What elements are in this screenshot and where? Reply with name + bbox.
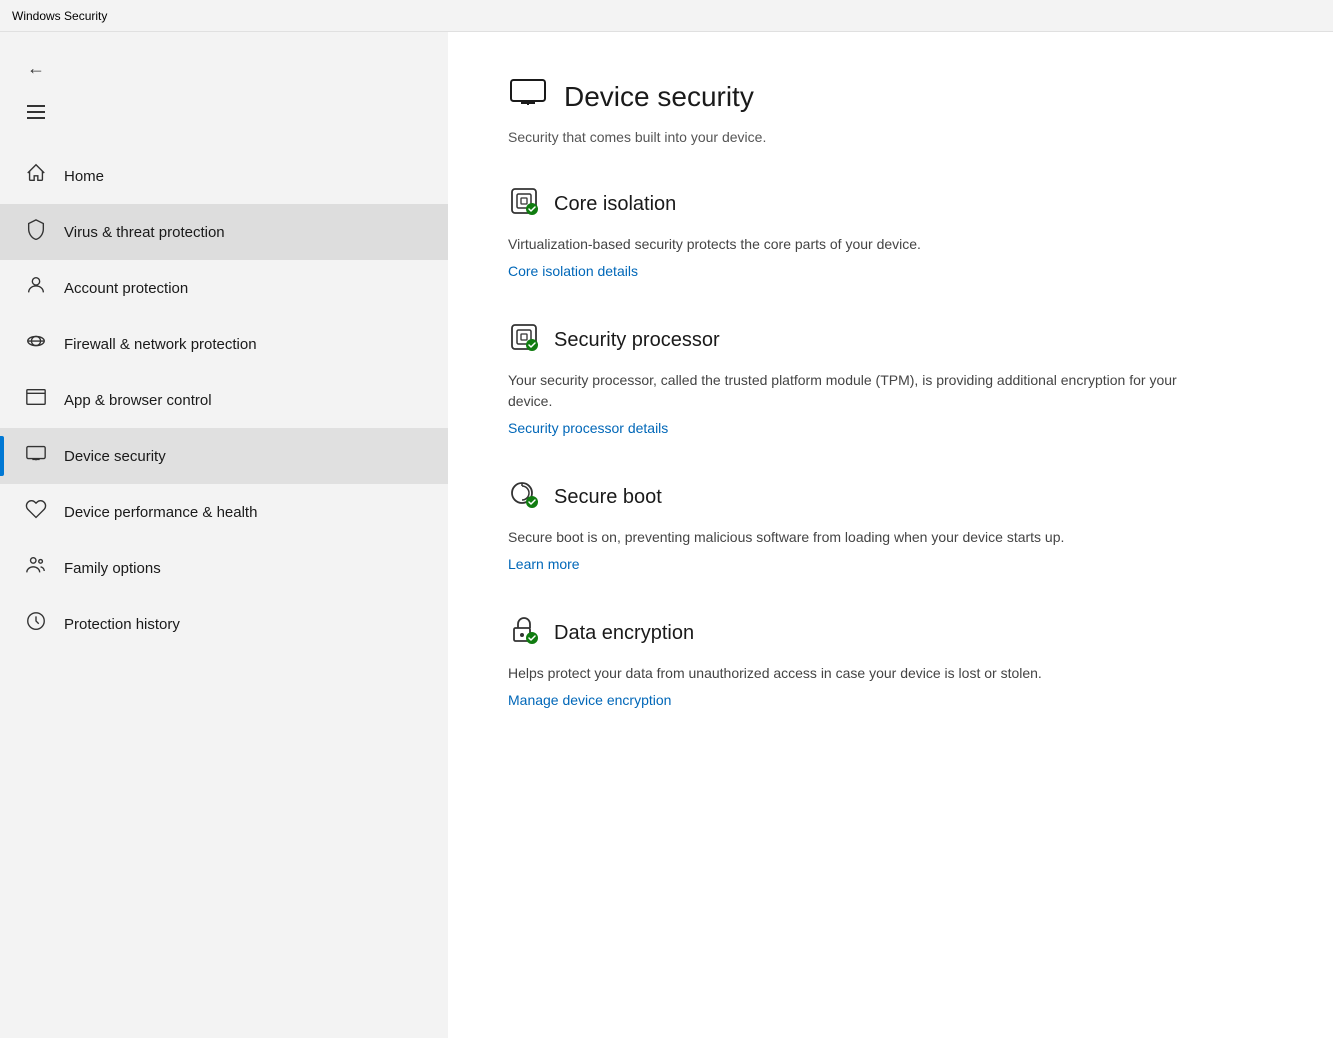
family-icon bbox=[24, 554, 48, 582]
app-container: ← Home bbox=[0, 32, 1333, 1038]
nav-items: Home Virus & threat protection bbox=[0, 148, 448, 1038]
core-isolation-icon bbox=[508, 185, 540, 224]
data-encryption-header: Data encryption bbox=[508, 614, 1273, 653]
device-performance-icon bbox=[24, 498, 48, 526]
section-core-isolation: Core isolation Virtualization-based secu… bbox=[508, 185, 1273, 281]
security-processor-desc: Your security processor, called the trus… bbox=[508, 370, 1188, 412]
titlebar-title: Windows Security bbox=[12, 9, 107, 23]
app-browser-icon bbox=[24, 386, 48, 414]
sidebar-item-firewall[interactable]: Firewall & network protection bbox=[0, 316, 448, 372]
secure-boot-header: Secure boot bbox=[508, 478, 1273, 517]
back-button[interactable]: ← bbox=[16, 48, 56, 88]
sidebar-item-app-browser[interactable]: App & browser control bbox=[0, 372, 448, 428]
manage-device-encryption-link[interactable]: Manage device encryption bbox=[508, 692, 671, 708]
data-encryption-icon bbox=[508, 614, 540, 653]
data-encryption-title: Data encryption bbox=[554, 622, 694, 645]
virus-icon bbox=[24, 218, 48, 246]
security-processor-header: Security processor bbox=[508, 321, 1273, 360]
device-security-icon bbox=[24, 442, 48, 470]
device-security-label: Device security bbox=[64, 448, 166, 465]
section-security-processor: Security processor Your security process… bbox=[508, 321, 1273, 438]
sidebar-item-family[interactable]: Family options bbox=[0, 540, 448, 596]
page-header: Device security bbox=[508, 72, 1273, 121]
core-isolation-title: Core isolation bbox=[554, 193, 676, 216]
home-label: Home bbox=[64, 168, 104, 185]
security-processor-title: Security processor bbox=[554, 329, 720, 352]
family-label: Family options bbox=[64, 560, 161, 577]
account-icon bbox=[24, 274, 48, 302]
protection-history-icon bbox=[24, 610, 48, 638]
secure-boot-title: Secure boot bbox=[554, 486, 662, 509]
home-icon bbox=[24, 162, 48, 190]
device-performance-label: Device performance & health bbox=[64, 504, 257, 521]
virus-label: Virus & threat protection bbox=[64, 224, 225, 241]
security-processor-icon bbox=[508, 321, 540, 360]
secure-boot-icon bbox=[508, 478, 540, 517]
sidebar-item-virus[interactable]: Virus & threat protection bbox=[0, 204, 448, 260]
sidebar-item-protection-history[interactable]: Protection history bbox=[0, 596, 448, 652]
section-data-encryption: Data encryption Helps protect your data … bbox=[508, 614, 1273, 710]
titlebar: Windows Security bbox=[0, 0, 1333, 32]
core-isolation-header: Core isolation bbox=[508, 185, 1273, 224]
data-encryption-desc: Helps protect your data from unauthorize… bbox=[508, 663, 1188, 684]
main-content: Device security Security that comes buil… bbox=[448, 32, 1333, 1038]
firewall-label: Firewall & network protection bbox=[64, 336, 257, 353]
page-title: Device security bbox=[564, 81, 754, 113]
sidebar-item-device-performance[interactable]: Device performance & health bbox=[0, 484, 448, 540]
secure-boot-desc: Secure boot is on, preventing malicious … bbox=[508, 527, 1188, 548]
firewall-icon bbox=[24, 330, 48, 358]
page-header-icon bbox=[508, 72, 548, 121]
core-isolation-desc: Virtualization-based security protects t… bbox=[508, 234, 1188, 255]
section-secure-boot: Secure boot Secure boot is on, preventin… bbox=[508, 478, 1273, 574]
security-processor-details-link[interactable]: Security processor details bbox=[508, 420, 668, 436]
sidebar: ← Home bbox=[0, 32, 448, 1038]
app-browser-label: App & browser control bbox=[64, 392, 212, 409]
account-label: Account protection bbox=[64, 280, 188, 297]
sidebar-item-account[interactable]: Account protection bbox=[0, 260, 448, 316]
sidebar-top-controls: ← bbox=[0, 40, 448, 148]
sidebar-item-home[interactable]: Home bbox=[0, 148, 448, 204]
page-subtitle: Security that comes built into your devi… bbox=[508, 129, 1273, 145]
protection-history-label: Protection history bbox=[64, 616, 180, 633]
menu-button[interactable] bbox=[16, 92, 56, 132]
sidebar-item-device-security[interactable]: Device security bbox=[0, 428, 448, 484]
core-isolation-details-link[interactable]: Core isolation details bbox=[508, 263, 638, 279]
secure-boot-learn-more-link[interactable]: Learn more bbox=[508, 556, 580, 572]
